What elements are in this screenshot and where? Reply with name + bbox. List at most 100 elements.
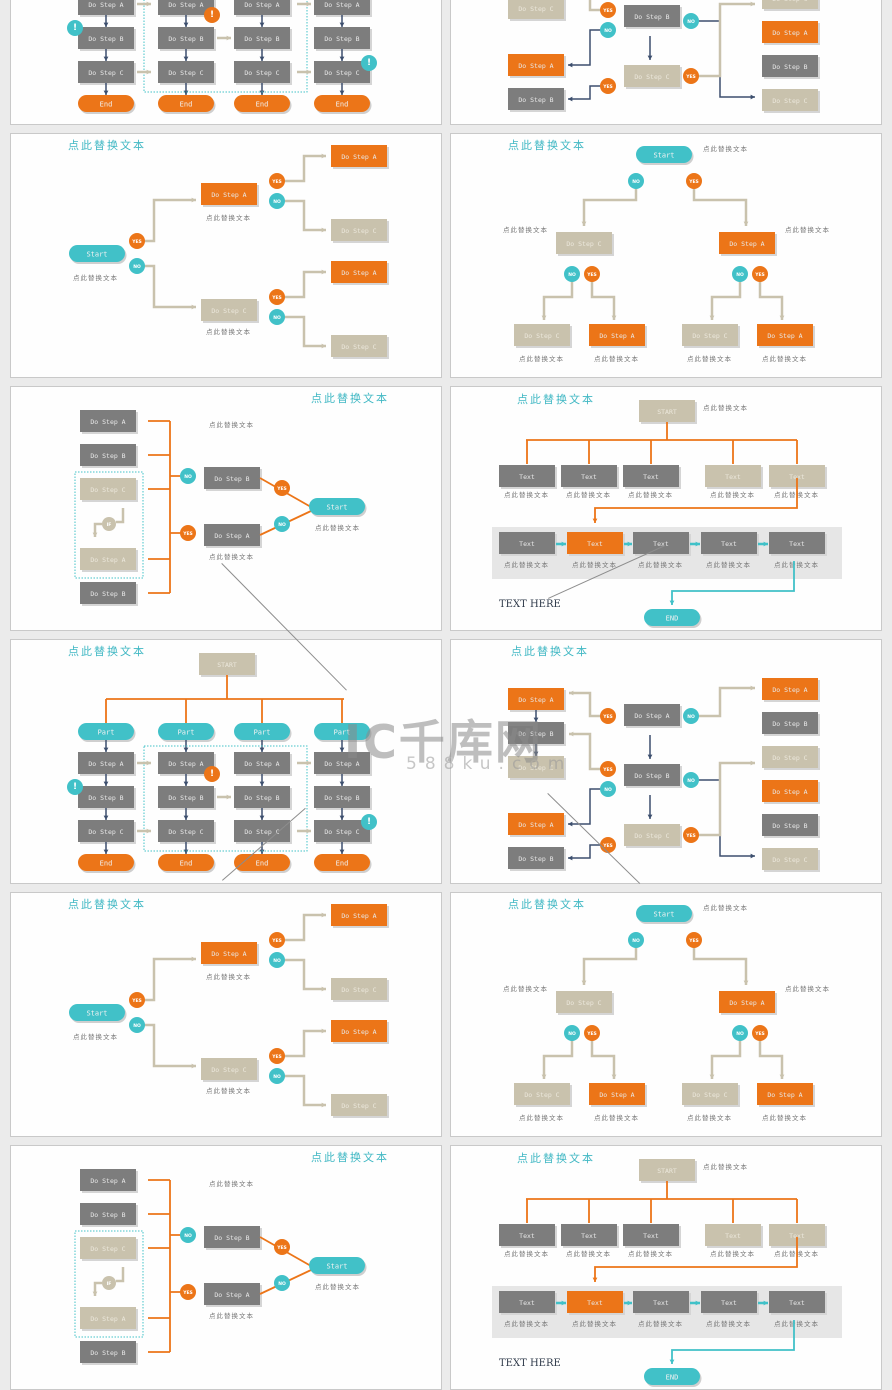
step-box[interactable]: Do Step B [762, 814, 820, 838]
start-box[interactable]: START [639, 1159, 697, 1183]
text-box[interactable]: Text [561, 1224, 619, 1248]
step-box[interactable]: Do Step A [80, 410, 138, 434]
slide-thumbnail-decision-matrix[interactable]: 点此替换文本Do Step ADo Step BDo Step CDo Step… [450, 0, 882, 125]
slide-thumbnail-decision-matrix[interactable]: 点此替换文本Do Step ADo Step BDo Step CDo Step… [450, 639, 882, 884]
text-box[interactable]: Text [499, 465, 557, 489]
start-pill[interactable]: Start [309, 498, 367, 517]
step-box[interactable]: Do Step C [201, 299, 259, 323]
text-box[interactable]: Text [633, 1291, 691, 1315]
step-box[interactable]: Do Step A [234, 0, 292, 17]
step-box[interactable]: Do Step A [201, 942, 259, 966]
start-box[interactable]: START [639, 400, 697, 424]
part-pill[interactable]: Part [78, 723, 136, 742]
step-box[interactable]: Do Step C [80, 1237, 138, 1261]
step-box[interactable]: Do Step B [158, 786, 216, 810]
text-box[interactable]: Text [769, 1224, 827, 1248]
step-box[interactable]: Do Step B [762, 55, 820, 79]
step-box[interactable]: Do Step A [508, 54, 566, 78]
step-box[interactable]: Do Step B [508, 847, 566, 871]
step-box[interactable]: Do Step A [624, 704, 682, 728]
start-pill[interactable]: Start [309, 1257, 367, 1276]
slide-thumbnail-parts-grid[interactable]: 点此替换文本STARTPartDo Step ADo Step BDo Step… [10, 639, 442, 884]
step-box[interactable]: Do Step B [624, 764, 682, 788]
step-box[interactable]: Do Step A [719, 232, 777, 256]
slide-thumbnail-tree-vertical[interactable]: 点此替换文本 Start 点此替换文本 NO YES Do Step C 点此替换文本 Do … [450, 892, 882, 1137]
step-box[interactable]: Do Step C [762, 89, 820, 113]
text-box[interactable]: Text [499, 1291, 557, 1315]
step-box[interactable]: Do Step B [762, 712, 820, 736]
end-pill[interactable]: End [234, 854, 292, 873]
slide-thumbnail-merge-to-start[interactable]: 点此替换文本 Do Step A Do Step B Do Step C Do Step… [10, 386, 442, 631]
step-box[interactable]: Do Step C [762, 746, 820, 770]
step-box[interactable]: Do Step A [762, 678, 820, 702]
slide-thumbnail-tree-horizontal[interactable]: 点此替换文本 Start 点此替换文本 Do Step A 点此替换文本 Do Step … [10, 892, 442, 1137]
step-box[interactable]: Do Step A [80, 548, 138, 572]
step-box[interactable]: Do Step C [682, 324, 740, 348]
step-box[interactable]: Do Step C [514, 324, 572, 348]
end-pill[interactable]: End [158, 95, 216, 114]
step-box[interactable]: Do Step A [314, 752, 372, 776]
slide-thumbnail-tree-vertical[interactable]: 点此替换文本 Start 点此替换文本 NO YES Do Step C 点此替换文本 Do … [450, 133, 882, 378]
end-pill[interactable]: END [644, 1368, 702, 1387]
step-box[interactable]: Do Step B [624, 5, 682, 29]
part-pill[interactable]: Part [158, 723, 216, 742]
step-box[interactable]: Do Step C [331, 978, 389, 1002]
step-box[interactable]: Do Step C [234, 61, 292, 85]
end-pill[interactable]: End [314, 854, 372, 873]
text-box[interactable]: Text [701, 1291, 759, 1315]
end-pill[interactable]: End [234, 95, 292, 114]
step-box[interactable]: Do Step A [331, 1020, 389, 1044]
step-box[interactable]: Do Step C [556, 232, 614, 256]
step-box[interactable]: Do Step B [158, 27, 216, 51]
step-box[interactable]: Do Step A [78, 0, 136, 17]
step-box[interactable]: Do Step A [331, 261, 389, 285]
text-box[interactable]: Text [561, 465, 619, 489]
part-pill[interactable]: Part [234, 723, 292, 742]
text-box[interactable]: Text [623, 465, 681, 489]
step-box[interactable]: Do Step A [80, 1307, 138, 1331]
step-box[interactable]: Do Step C [78, 61, 136, 85]
step-box[interactable]: Do Step B [78, 786, 136, 810]
text-box[interactable]: Text [567, 532, 625, 556]
step-box[interactable]: Do Step C [158, 61, 216, 85]
slide-thumbnail-parts-grid[interactable]: 点此替换文本STARTPartDo Step ADo Step BDo Step… [10, 0, 442, 125]
step-box[interactable]: Do Step B [314, 786, 372, 810]
text-box[interactable]: Text [499, 1224, 557, 1248]
start-pill[interactable]: Start [636, 146, 694, 165]
step-box[interactable]: Do Step B [204, 1226, 262, 1250]
end-pill[interactable]: End [78, 854, 136, 873]
step-box[interactable]: Do Step B [234, 786, 292, 810]
text-box[interactable]: Text [769, 1291, 827, 1315]
step-box[interactable]: Do Step C [158, 820, 216, 844]
text-box[interactable]: Text [701, 532, 759, 556]
slide-thumbnail-org-process[interactable]: 点此替换文本 START 点此替换文本 Text 点此替换文本 Text 点此替换文本 Tex… [450, 386, 882, 631]
step-box[interactable]: Do Step C [624, 65, 682, 89]
step-box[interactable]: Do Step B [80, 444, 138, 468]
step-box[interactable]: Do Step A [331, 145, 389, 169]
start-pill[interactable]: Start [636, 905, 694, 924]
step-box[interactable]: Do Step C [331, 219, 389, 243]
step-box[interactable]: Do Step C [508, 756, 566, 780]
step-box[interactable]: Do Step B [508, 88, 566, 112]
text-box[interactable]: Text [499, 532, 557, 556]
step-box[interactable]: Do Step A [508, 688, 566, 712]
step-box[interactable]: Do Step A [234, 752, 292, 776]
step-box[interactable]: Do Step B [204, 467, 262, 491]
step-box[interactable]: Do Step B [80, 1341, 138, 1365]
text-box[interactable]: Text [705, 465, 763, 489]
step-box[interactable]: Do Step C [80, 478, 138, 502]
step-box[interactable]: Do Step A [508, 813, 566, 837]
step-box[interactable]: Do Step B [80, 582, 138, 606]
slide-thumbnail-merge-to-start[interactable]: 点此替换文本 Do Step A Do Step B Do Step C Do Step… [10, 1145, 442, 1390]
step-box[interactable]: Do Step B [314, 27, 372, 51]
text-box[interactable]: Text [623, 1224, 681, 1248]
step-box[interactable]: Do Step C [762, 0, 820, 11]
step-box[interactable]: Do Step C [201, 1058, 259, 1082]
start-pill[interactable]: Start [69, 1004, 127, 1023]
step-box[interactable]: Do Step B [78, 27, 136, 51]
step-box[interactable]: Do Step A [204, 524, 262, 548]
start-box[interactable]: START [199, 653, 257, 677]
end-pill[interactable]: End [158, 854, 216, 873]
slide-thumbnail-tree-horizontal[interactable]: 点此替换文本 Start 点此替换文本 Do Step A 点此替换文本 Do Step … [10, 133, 442, 378]
step-box[interactable]: Do Step A [201, 183, 259, 207]
